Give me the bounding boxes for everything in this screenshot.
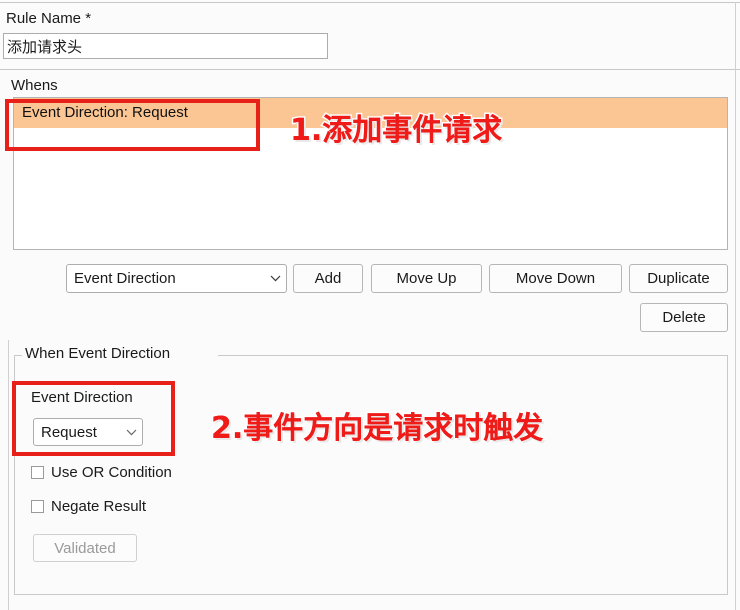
use-or-condition-label: Use OR Condition (51, 464, 172, 481)
panel-inner-left-border (8, 340, 9, 610)
negate-result-label: Negate Result (51, 498, 147, 515)
use-or-condition-row[interactable]: Use OR Condition (31, 464, 172, 481)
delete-button[interactable]: Delete (640, 303, 728, 332)
rule-name-input[interactable] (3, 33, 328, 59)
use-or-condition-checkbox[interactable] (31, 466, 44, 479)
add-button[interactable]: Add (293, 264, 363, 293)
rule-editor-panel: Rule Name * Whens Event Direction: Reque… (0, 0, 740, 610)
annotation-box-2 (12, 381, 175, 456)
negate-result-checkbox[interactable] (31, 500, 44, 513)
annotation-box-1 (5, 99, 260, 151)
annotation-text-1-fill: 1.添加事件请求 (290, 113, 503, 148)
chevron-down-icon (264, 275, 286, 282)
when-type-select[interactable]: Event Direction (66, 264, 287, 293)
top-divider (0, 2, 740, 3)
rule-name-label: Rule Name * (6, 10, 92, 27)
validated-button[interactable]: Validated (33, 534, 137, 562)
rule-section-divider (0, 69, 740, 70)
group-title: When Event Direction (22, 345, 174, 362)
panel-right-border (735, 2, 736, 610)
annotation-text-2-fill: 2.事件方向是请求时触发 (211, 411, 544, 446)
negate-result-row[interactable]: Negate Result (31, 498, 146, 515)
whens-label: Whens (11, 77, 58, 94)
move-down-button[interactable]: Move Down (489, 264, 622, 293)
when-type-select-value: Event Direction (74, 270, 176, 287)
group-border-top-right (218, 355, 728, 356)
duplicate-button[interactable]: Duplicate (629, 264, 728, 293)
move-up-button[interactable]: Move Up (371, 264, 482, 293)
group-border-top-left (14, 355, 22, 356)
